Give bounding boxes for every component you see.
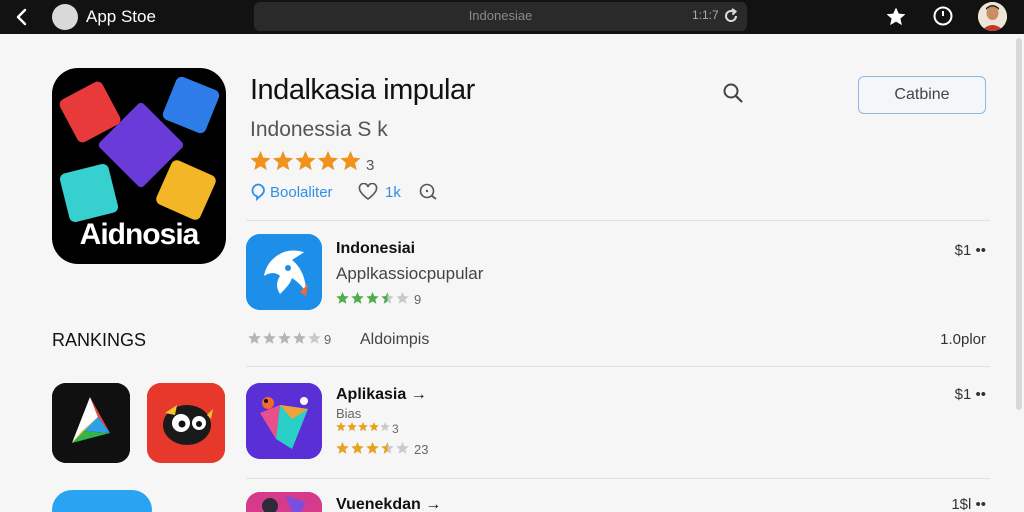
bird-logo-icon xyxy=(246,234,322,310)
rating-star-fill xyxy=(250,151,271,170)
search-icon[interactable] xyxy=(722,82,744,104)
scrollbar[interactable] xyxy=(1016,38,1022,410)
app-subtitle: Applkassiocpupular xyxy=(336,264,484,283)
top-bar: App Stoe Indonesiae 1:1:7 xyxy=(0,0,1024,34)
app-name[interactable]: Indonesiai xyxy=(336,240,415,258)
rating-stars xyxy=(336,292,409,304)
rating-star-fill xyxy=(340,151,361,170)
address-text: Indonesiae xyxy=(468,8,533,23)
section-heading: RANKINGS xyxy=(52,330,147,350)
rating-star-fill xyxy=(336,292,349,304)
app-price[interactable]: $1 •• xyxy=(955,242,986,259)
rating-stars xyxy=(248,332,321,344)
app-price[interactable]: 1$l •• xyxy=(951,496,986,512)
rating-count: 3 xyxy=(366,157,375,174)
rating-stars xyxy=(250,151,361,170)
likes-count: 1k xyxy=(385,184,401,201)
play-triangle-icon xyxy=(52,383,130,463)
rating-count: 9 xyxy=(414,292,422,307)
rating-star-fill xyxy=(263,332,276,344)
rating-star-fill xyxy=(248,332,261,344)
app-icon-mascot[interactable] xyxy=(147,383,225,463)
app-subtitle: Bias xyxy=(336,406,362,421)
divider xyxy=(246,220,990,221)
rating-star-fill xyxy=(369,422,379,432)
app-icon-indonesiai[interactable] xyxy=(246,234,322,310)
app-icon-vuenekdan[interactable] xyxy=(246,492,322,512)
mascot-face-icon xyxy=(147,383,225,463)
address-counter: 1:1:7 xyxy=(692,8,719,22)
featured-app-icon[interactable]: Aidnosia xyxy=(52,68,226,264)
rating-stars xyxy=(336,422,390,432)
rating-count: 23 xyxy=(414,442,429,457)
get-button[interactable]: Catbine xyxy=(858,76,986,114)
rating-star xyxy=(308,332,321,344)
developer-link[interactable]: Boolaliter xyxy=(270,184,333,201)
rating-star xyxy=(380,422,390,432)
featured-app-title: Indalkasia impular xyxy=(250,74,475,106)
app-title: App Stoe xyxy=(86,7,156,26)
app-icon-partial[interactable] xyxy=(52,490,152,512)
share-icon[interactable] xyxy=(418,183,438,201)
rating-star-fill xyxy=(278,332,291,344)
ranking-app-name[interactable]: Aldoimpis xyxy=(360,331,429,349)
location-pin-icon xyxy=(251,183,265,201)
rating-star-fill xyxy=(318,151,338,170)
rating-stars xyxy=(336,442,409,454)
person-icon xyxy=(978,2,1007,31)
ranking-value: 1.0plor xyxy=(940,331,986,348)
rating-star xyxy=(396,442,409,454)
rating-star-fill xyxy=(347,422,357,432)
rating-star-fill xyxy=(358,422,368,432)
app-price[interactable]: $1 •• xyxy=(955,386,986,403)
crystal-art-icon xyxy=(246,383,322,459)
app-icon-aplikasia[interactable] xyxy=(246,383,322,459)
rating-star-fill xyxy=(366,292,379,304)
app-store-logo-icon xyxy=(52,4,78,30)
rating-star-fill xyxy=(293,332,306,344)
rating-star xyxy=(396,292,409,304)
featured-app-subtitle: Indonessia S k xyxy=(250,118,388,141)
rating-star-fill xyxy=(366,442,379,454)
app-name[interactable]: Vuenekdan → xyxy=(336,496,441,512)
character-art-icon xyxy=(246,492,322,512)
address-bar[interactable]: Indonesiae 1:1:7 xyxy=(254,2,747,31)
rating-star-fill xyxy=(351,442,364,454)
rating-star-fill xyxy=(273,151,293,170)
back-arrow-icon[interactable] xyxy=(12,7,32,27)
rating-star-fill xyxy=(351,292,364,304)
app-name[interactable]: Aplikasia → xyxy=(336,386,427,404)
clock-icon[interactable] xyxy=(932,5,954,27)
rating-count: 9 xyxy=(324,332,332,347)
featured-app-icon-label: Aidnosia xyxy=(79,218,200,251)
heart-icon[interactable] xyxy=(358,183,378,201)
app-icon-play[interactable] xyxy=(52,383,130,463)
rating-star-fill xyxy=(295,151,316,170)
rating-count: 3 xyxy=(392,422,399,436)
bookmark-star-icon[interactable] xyxy=(884,5,908,29)
rating-star-fill xyxy=(336,422,346,432)
rating-star-fill xyxy=(336,442,349,454)
reload-icon[interactable] xyxy=(722,7,740,25)
divider xyxy=(246,366,990,367)
user-avatar[interactable] xyxy=(978,2,1007,31)
divider xyxy=(246,478,990,479)
